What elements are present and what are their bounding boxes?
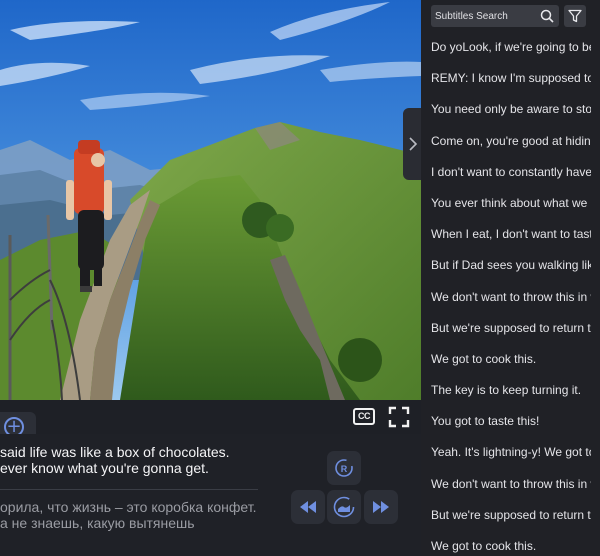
subtitle-line[interactable]: The key is to keep turning it.	[431, 375, 591, 406]
subtitle-list: Do yoLook, if we're going to be t REMY: …	[431, 32, 591, 556]
rewind-icon	[300, 501, 316, 513]
subtitle-line[interactable]: We don't want to throw this in w	[431, 469, 591, 500]
subtitle-line[interactable]: Do yoLook, if we're going to be t	[431, 32, 591, 63]
video-frame[interactable]	[0, 0, 421, 400]
mountain-hiker-scene	[0, 0, 421, 400]
subtitle-primary[interactable]: said life was like a box of chocolates. …	[0, 444, 230, 476]
subtitle-line[interactable]: But if Dad sees you walking like	[431, 250, 591, 281]
search-icon[interactable]	[540, 9, 554, 23]
fullscreen-button[interactable]	[388, 406, 410, 428]
svg-text:R: R	[341, 464, 348, 474]
fullscreen-icon	[388, 406, 410, 428]
subtitle-search[interactable]	[431, 5, 559, 27]
subtitle-translation[interactable]: орила, что жизнь – это коробка конфет. а…	[0, 499, 256, 531]
chevron-right-icon	[409, 137, 418, 151]
previous-button[interactable]	[291, 490, 325, 524]
subtitle-line[interactable]: But we're supposed to return to	[431, 313, 591, 344]
subtitle-line[interactable]: When I eat, I don't want to taste	[431, 219, 591, 250]
filter-icon	[568, 9, 582, 23]
subtitle-line[interactable]: You ever think about what we pu	[431, 188, 591, 219]
subtitle-line[interactable]: I don't want to constantly have t	[431, 157, 591, 188]
subtitle-line[interactable]: You need only be aware to stop	[431, 94, 591, 125]
filter-button[interactable]	[564, 5, 586, 27]
subtitle-line[interactable]: Yeah. It's lightning-y! We got to c	[431, 437, 591, 468]
subtitle-line[interactable]: Come on, you're good at hiding f	[431, 126, 591, 157]
subtitle-line[interactable]: REMY: I know I'm supposed to h	[431, 63, 591, 94]
subtitle-line[interactable]: You got to taste this!	[431, 406, 591, 437]
loop-button[interactable]	[327, 490, 361, 524]
subtitle-line[interactable]: But we're supposed to return to	[431, 500, 591, 531]
subtitle-line[interactable]: We don't want to throw this in w	[431, 282, 591, 313]
repeat-icon: R	[335, 459, 353, 477]
repeat-button[interactable]: R	[327, 451, 361, 485]
fast-forward-icon	[373, 501, 389, 513]
subtitle-line[interactable]: We got to cook this.	[431, 344, 591, 375]
collapse-sidebar-button[interactable]	[403, 108, 423, 180]
next-button[interactable]	[364, 490, 398, 524]
cc-button[interactable]: CC	[353, 408, 375, 425]
closed-captions-icon: CC	[358, 411, 371, 421]
loop-icon	[333, 496, 355, 518]
subtitle-divider	[0, 489, 258, 490]
subtitle-line[interactable]: We got to cook this.	[431, 531, 591, 556]
search-input[interactable]	[435, 8, 535, 24]
